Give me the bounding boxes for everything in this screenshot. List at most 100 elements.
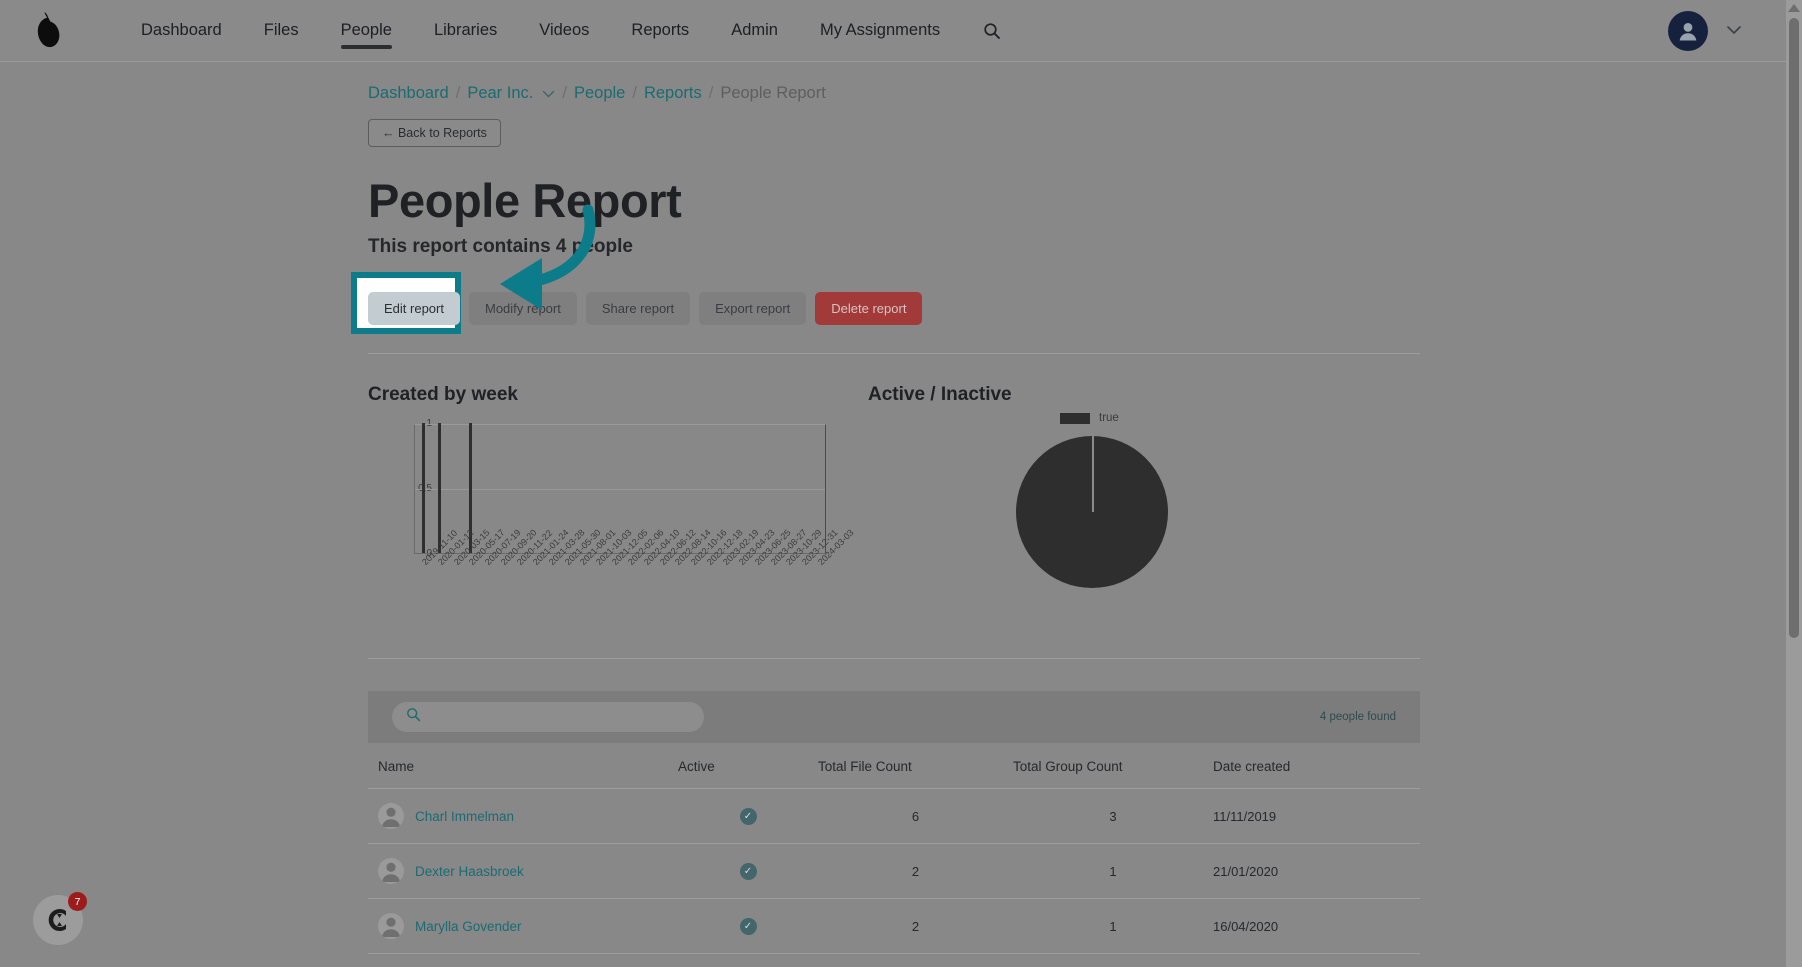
nav-label: Libraries bbox=[433, 21, 498, 39]
nav-item-reports[interactable]: Reports bbox=[610, 0, 710, 61]
nav-items: Dashboard Files People Libraries Videos … bbox=[120, 0, 1001, 61]
breadcrumb-caret-icon[interactable] bbox=[542, 86, 555, 101]
breadcrumb-item-dashboard[interactable]: Dashboard bbox=[368, 84, 449, 103]
delete-report-button[interactable]: Delete report bbox=[815, 292, 923, 325]
results-count-label: 4 people found bbox=[1319, 711, 1396, 723]
person-name-link[interactable]: Dexter Haasbroek bbox=[415, 864, 524, 879]
chat-widget-button[interactable]: 7 bbox=[33, 892, 87, 945]
page-scrollbar[interactable] bbox=[1786, 0, 1802, 967]
search-icon[interactable] bbox=[983, 22, 1001, 40]
column-header-active[interactable]: Active bbox=[678, 759, 818, 774]
user-avatar-icon[interactable] bbox=[1668, 10, 1708, 51]
nav-label: My Assignments bbox=[819, 21, 941, 39]
cell-group-count: 3 bbox=[1109, 808, 1117, 824]
section-divider bbox=[368, 353, 1420, 354]
nav-item-my-assignments[interactable]: My Assignments bbox=[799, 0, 961, 61]
cell-group-count: 1 bbox=[1109, 918, 1117, 934]
scroll-up-arrow-icon[interactable] bbox=[1788, 4, 1800, 12]
chart-title-active-inactive: Active / Inactive bbox=[868, 384, 1012, 405]
pie-legend-label: true bbox=[1099, 412, 1119, 424]
cell-date-created: 21/01/2020 bbox=[1213, 863, 1279, 879]
page-title: People Report bbox=[368, 174, 682, 227]
nav-item-people[interactable]: People bbox=[320, 0, 413, 61]
pie-legend-swatch bbox=[1060, 412, 1090, 424]
table-toolbar: 4 people found bbox=[368, 691, 1420, 743]
cell-name: Charl Immelman bbox=[378, 803, 678, 829]
edit-report-button[interactable]: Edit report bbox=[368, 292, 460, 325]
nav-label: Admin bbox=[731, 21, 778, 39]
nav-label: Reports bbox=[631, 21, 690, 39]
navbar-account-area bbox=[1668, 10, 1784, 51]
column-header-file-count[interactable]: Total File Count bbox=[818, 759, 1013, 774]
edit-report-button-wrapper: Edit report bbox=[368, 292, 460, 325]
check-circle-icon: ✓ bbox=[739, 917, 757, 935]
pie-chart: true bbox=[868, 412, 1408, 624]
breadcrumb-item-pear-inc[interactable]: Pear Inc. bbox=[467, 84, 533, 103]
pear-logo-icon[interactable] bbox=[26, 8, 72, 54]
pie-slice-divider bbox=[1092, 436, 1094, 512]
share-report-button[interactable]: Share report bbox=[585, 292, 691, 325]
nav-item-admin[interactable]: Admin bbox=[710, 0, 799, 61]
back-to-reports-button[interactable]: ← Back to Reports bbox=[368, 119, 501, 147]
breadcrumb-separator: / bbox=[632, 84, 637, 102]
cell-date-created: 16/04/2020 bbox=[1213, 918, 1279, 934]
nav-label: Files bbox=[263, 21, 299, 39]
chevron-down-icon[interactable] bbox=[1726, 22, 1742, 39]
cell-name: Marylla Govender bbox=[378, 913, 678, 939]
cell-file-count: 2 bbox=[911, 918, 920, 934]
chat-widget-icon bbox=[48, 909, 66, 931]
nav-item-libraries[interactable]: Libraries bbox=[413, 0, 518, 61]
nav-label: Dashboard bbox=[141, 21, 222, 39]
page-subtitle: This report contains 4 people bbox=[368, 236, 633, 257]
cell-file-count: 6 bbox=[911, 808, 920, 824]
table-header-row: Name Active Total File Count Total Group… bbox=[368, 743, 1420, 789]
active-inactive-chart: Active / Inactive true bbox=[868, 384, 1408, 624]
cell-active: ✓ bbox=[678, 862, 818, 880]
person-name-link[interactable]: Marylla Govender bbox=[415, 919, 522, 934]
breadcrumb-separator: / bbox=[708, 84, 714, 102]
x-axis-labels: 2019-11-10 2020-01-12 2020-03-15 2020-05-17… bbox=[414, 527, 856, 616]
chart-title-created-by-week: Created by week bbox=[368, 384, 518, 405]
bar[interactable] bbox=[437, 423, 441, 553]
breadcrumb-separator: / bbox=[455, 84, 461, 102]
app-page: Dashboard Files People Libraries Videos … bbox=[0, 0, 1802, 967]
column-header-date-created[interactable]: Date created bbox=[1213, 759, 1373, 774]
breadcrumb: Dashboard / Pear Inc. / People / Reports… bbox=[368, 84, 1802, 103]
column-header-group-count[interactable]: Total Group Count bbox=[1013, 759, 1213, 774]
scrollbar-thumb[interactable] bbox=[1789, 18, 1799, 638]
person-name-link[interactable]: Charl Immelman bbox=[415, 809, 514, 824]
check-circle-icon: ✓ bbox=[739, 862, 757, 880]
pie-legend: true bbox=[1060, 412, 1119, 424]
search-input[interactable] bbox=[429, 709, 690, 725]
bar[interactable] bbox=[421, 423, 425, 553]
export-report-button[interactable]: Export report bbox=[699, 292, 807, 325]
table-row[interactable]: Dexter Haasbroek ✓ 2 1 21/01/2020 bbox=[368, 844, 1420, 899]
people-table: 4 people found Name Active Total File Co… bbox=[368, 691, 1420, 954]
bar-chart: 1 0.5 0 2019-11-102020-01-122020-03-1520… bbox=[386, 418, 868, 604]
table-search-box[interactable] bbox=[392, 702, 704, 732]
search-icon bbox=[406, 707, 421, 727]
cell-active: ✓ bbox=[678, 807, 818, 825]
check-circle-icon: ✓ bbox=[739, 807, 757, 825]
nav-item-dashboard[interactable]: Dashboard bbox=[120, 0, 243, 61]
nav-item-files[interactable]: Files bbox=[243, 0, 320, 61]
pie-slice-true[interactable] bbox=[1016, 436, 1168, 588]
avatar bbox=[378, 803, 404, 829]
table-body: Charl Immelman ✓ 6 3 11/11/2019 Dexter Haasbr… bbox=[368, 789, 1420, 954]
gridline bbox=[415, 489, 825, 490]
nav-item-videos[interactable]: Videos bbox=[518, 0, 610, 61]
nav-label: People bbox=[340, 21, 392, 39]
report-actions-toolbar: Edit report Modify report Share report E… bbox=[351, 272, 1802, 334]
breadcrumb-item-current: People Report bbox=[720, 84, 826, 102]
modify-report-button[interactable]: Modify report bbox=[468, 292, 577, 325]
breadcrumb-item-reports[interactable]: Reports bbox=[644, 84, 702, 103]
cell-group-count: 1 bbox=[1109, 863, 1117, 879]
avatar bbox=[378, 913, 404, 939]
created-by-week-chart: Created by week 1 0.5 0 2019-11-102020-0… bbox=[368, 384, 868, 624]
breadcrumb-separator: / bbox=[562, 84, 567, 102]
breadcrumb-item-people[interactable]: People bbox=[574, 84, 625, 103]
nav-label: Videos bbox=[539, 21, 590, 39]
table-row[interactable]: Charl Immelman ✓ 6 3 11/11/2019 bbox=[368, 789, 1420, 844]
column-header-name[interactable]: Name bbox=[378, 759, 678, 774]
table-row[interactable]: Marylla Govender ✓ 2 1 16/04/2020 bbox=[368, 899, 1420, 954]
